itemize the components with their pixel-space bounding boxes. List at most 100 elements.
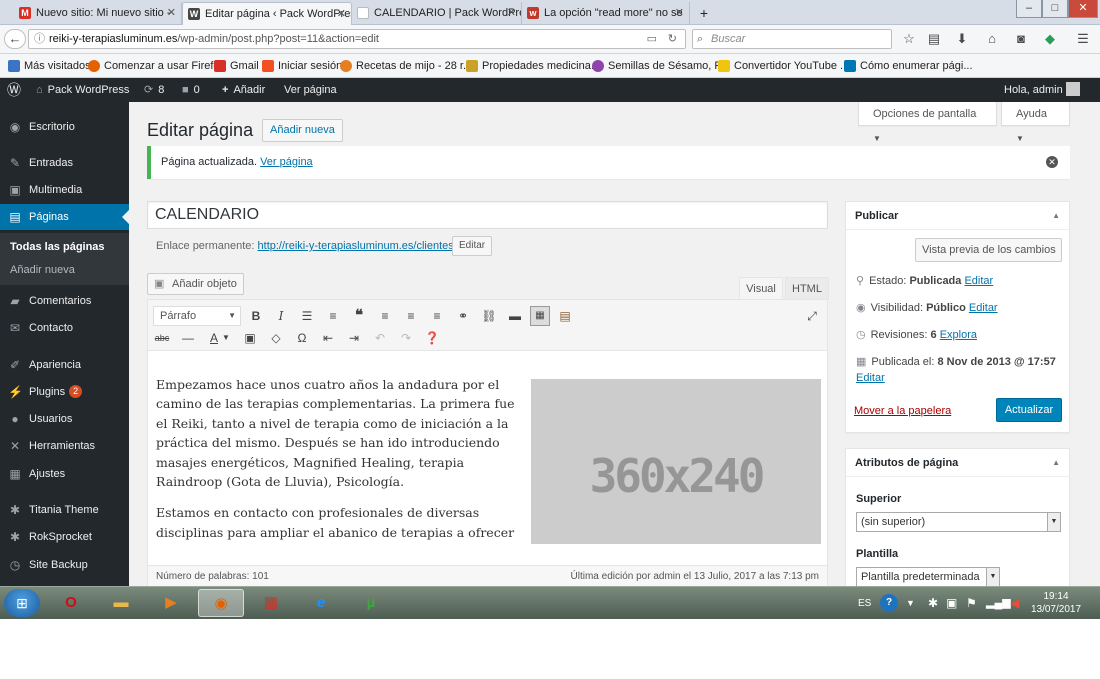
comments-link[interactable]: ■ 0: [182, 78, 200, 102]
close-icon[interactable]: ✕: [167, 2, 176, 24]
help-button[interactable]: Ayuda ▼: [1001, 102, 1070, 143]
close-icon[interactable]: ✕: [675, 2, 684, 24]
collapse-arrow-icon[interactable]: ▲: [1052, 202, 1060, 230]
page-attributes-header[interactable]: Atributos de página ▲: [846, 449, 1069, 477]
home-icon[interactable]: ⌂: [984, 31, 1000, 47]
sidebar-item-roksprocket[interactable]: ✱ RokSprocket: [0, 524, 129, 550]
maximize-button[interactable]: □: [1042, 0, 1068, 18]
parent-select[interactable]: (sin superior) ▼: [856, 512, 1061, 532]
download-icon[interactable]: ⬇: [954, 31, 970, 47]
outdent-button[interactable]: ⇤: [319, 329, 337, 347]
search-input[interactable]: ⌕ Buscar: [692, 29, 892, 49]
taskbar-clock[interactable]: 19:14 13/07/2017: [1030, 590, 1082, 616]
help-icon[interactable]: ?: [880, 594, 898, 612]
minimize-button[interactable]: –: [1016, 0, 1042, 18]
bookmark-firefox[interactable]: Comenzar a usar Firefox: [86, 54, 225, 78]
tray-app-icon[interactable]: ✱: [928, 587, 938, 620]
ie-icon[interactable]: e: [298, 589, 344, 617]
library-icon[interactable]: ▤: [926, 31, 942, 47]
italic-button[interactable]: I: [272, 307, 290, 325]
align-left-button[interactable]: ≡: [376, 307, 394, 325]
placeholder-image[interactable]: 360x240: [531, 379, 821, 544]
preview-changes-button[interactable]: Vista previa de los cambios: [915, 238, 1062, 262]
sidebar-item-site-backup[interactable]: ◷ Site Backup: [0, 552, 129, 578]
opera-icon[interactable]: O: [48, 589, 94, 617]
bookmark-medicinal[interactable]: Propiedades medicina...: [464, 54, 600, 78]
update-button[interactable]: Actualizar: [996, 398, 1062, 422]
tray-arrow-icon[interactable]: ▼: [906, 587, 915, 620]
edit-visibility-link[interactable]: Editar: [969, 302, 998, 314]
horizontal-line-button[interactable]: —: [179, 329, 197, 347]
new-content-link[interactable]: + Añadir: [222, 78, 265, 102]
close-window-button[interactable]: ✕: [1068, 0, 1098, 18]
browse-revisions-link[interactable]: Explora: [940, 329, 977, 341]
fullscreen-button[interactable]: ⤢: [803, 307, 821, 325]
reload-icon[interactable]: ↻: [668, 30, 677, 48]
media-player-icon[interactable]: ▶: [148, 589, 194, 617]
view-page-link[interactable]: Ver página: [260, 156, 313, 168]
screen-options-button[interactable]: Opciones de pantalla ▼: [858, 102, 997, 143]
toolbar-toggle-button[interactable]: ▦: [530, 306, 550, 326]
bookmark-gmail[interactable]: Gmail: [212, 54, 259, 78]
clear-formatting-button[interactable]: ◇: [267, 329, 285, 347]
bookmark-sesame[interactable]: Semillas de Sésamo, P...: [590, 54, 729, 78]
add-media-button[interactable]: ▣ Añadir objeto: [147, 273, 244, 295]
extension-icon[interactable]: ◆: [1042, 31, 1058, 47]
link-button[interactable]: ⚭: [454, 307, 472, 325]
bookmark-most-visited[interactable]: Más visitados: [6, 54, 91, 78]
sidebar-item-media[interactable]: ▣ Multimedia: [0, 177, 129, 203]
close-icon[interactable]: ✕: [337, 3, 346, 25]
help-icon[interactable]: ❓: [423, 329, 441, 347]
sidebar-item-contact[interactable]: ✉ Contacto: [0, 315, 129, 341]
edit-status-link[interactable]: Editar: [964, 275, 993, 287]
text-color-dropdown-icon[interactable]: ▼: [221, 329, 231, 347]
unlink-button[interactable]: ⛓: [480, 307, 498, 325]
tab-visual[interactable]: Visual: [739, 277, 783, 299]
language-indicator[interactable]: ES: [858, 587, 871, 620]
indent-button[interactable]: ⇥: [345, 329, 363, 347]
site-name-link[interactable]: ⌂ Pack WordPress: [36, 78, 129, 102]
browser-tab-gmail[interactable]: M Nuevo sitio: Mi nuevo sitio - ✕: [14, 2, 182, 25]
publish-box-header[interactable]: Publicar ▲: [846, 202, 1069, 230]
dismiss-icon[interactable]: ✕: [1046, 156, 1058, 168]
reader-view-icon[interactable]: ▭: [647, 30, 657, 48]
account-menu[interactable]: Hola, admin: [1004, 78, 1063, 102]
bookmark-enumerate-pages[interactable]: Cómo enumerar pági...: [842, 54, 973, 78]
submenu-add-new[interactable]: Añadir nueva: [10, 262, 75, 278]
paste-text-button[interactable]: ▣: [241, 329, 259, 347]
sidebar-item-comments[interactable]: ▰ Comentarios: [0, 288, 129, 314]
browser-tab-read-more[interactable]: w La opción "read more" no se ✕: [522, 2, 690, 25]
permalink-url[interactable]: http://reiki-y-terapiasluminum.es/client…: [258, 240, 457, 252]
bookmark-star-icon[interactable]: ☆: [901, 31, 917, 47]
sidebar-item-plugins[interactable]: ⚡ Plugins 2: [0, 379, 129, 405]
wordpress-logo-icon[interactable]: Ⓦ: [7, 78, 21, 102]
new-tab-button[interactable]: +: [692, 2, 716, 25]
strikethrough-button[interactable]: abc: [153, 329, 171, 347]
signal-icon[interactable]: ▂▄▆: [986, 587, 1011, 620]
add-new-page-button[interactable]: Añadir nueva: [262, 119, 343, 142]
edit-permalink-button[interactable]: Editar: [452, 236, 493, 256]
collapse-arrow-icon[interactable]: ▲: [1052, 449, 1060, 477]
editor-content-area[interactable]: Empezamos hace unos cuatro años la andad…: [148, 352, 827, 544]
updates-link[interactable]: ⟳ 8: [144, 78, 164, 102]
sidebar-item-posts[interactable]: ✎ Entradas: [0, 150, 129, 176]
tray-app-icon[interactable]: ▣: [946, 587, 957, 620]
volume-icon[interactable]: ◀: [1010, 587, 1019, 620]
archive-icon[interactable]: ▦: [248, 589, 294, 617]
menu-icon[interactable]: ☰: [1075, 31, 1091, 47]
template-select[interactable]: Plantilla predeterminada ▼: [856, 567, 1000, 586]
bookmark-recipes[interactable]: Recetas de mijo - 28 r...: [338, 54, 472, 78]
close-icon[interactable]: ✕: [507, 2, 516, 24]
read-more-button[interactable]: ▬: [506, 307, 524, 325]
info-icon[interactable]: ⓘ: [34, 30, 45, 48]
folder-icon[interactable]: ▬: [98, 589, 144, 617]
shortcode-button[interactable]: ▤: [556, 307, 574, 325]
start-button[interactable]: ⊞: [4, 589, 40, 617]
bookmark-login[interactable]: Iniciar sesión: [260, 54, 342, 78]
sidebar-item-tools[interactable]: ✕ Herramientas: [0, 433, 129, 459]
back-button[interactable]: ←: [4, 29, 26, 49]
bold-button[interactable]: B: [247, 307, 265, 325]
bullet-list-button[interactable]: ☰: [298, 307, 316, 325]
move-to-trash-link[interactable]: Mover a la papelera: [854, 405, 951, 417]
sidebar-item-pages[interactable]: ▤ Páginas: [0, 204, 129, 230]
